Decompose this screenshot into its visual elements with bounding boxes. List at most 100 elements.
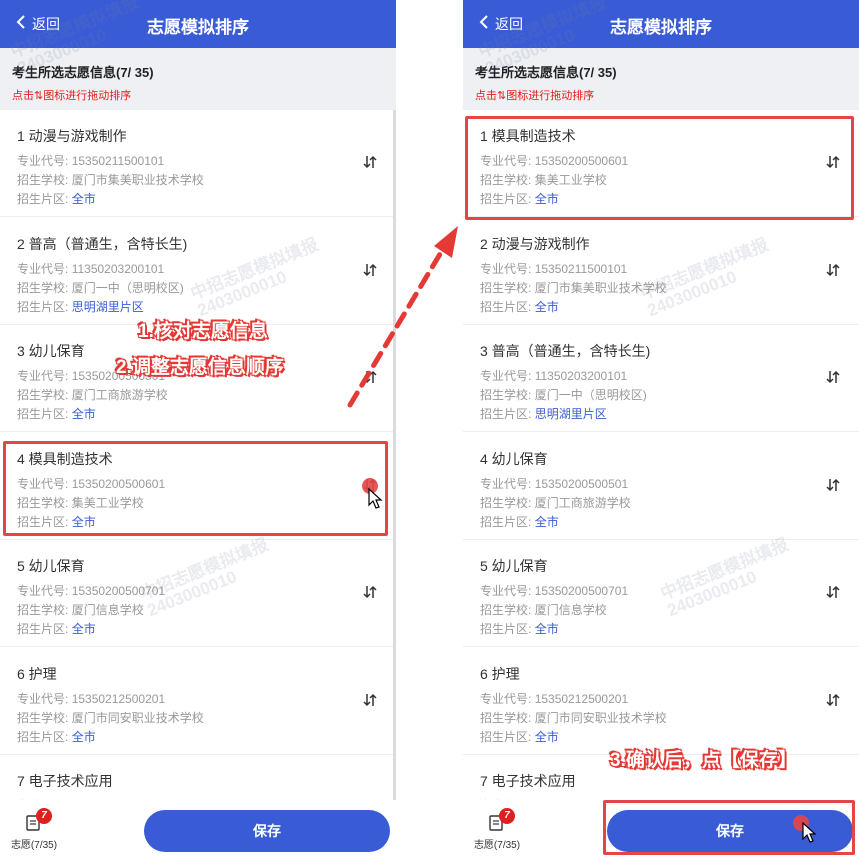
drag-sort-icon[interactable] <box>362 154 378 170</box>
item-title: 7 电子技术应用 <box>17 773 113 789</box>
drag-sort-icon[interactable] <box>362 584 378 600</box>
area-label: 招生片区: <box>17 192 69 206</box>
wish-tab-label: 志愿(7/35) <box>10 840 58 851</box>
page-title: 志愿模拟排序 <box>610 18 712 37</box>
item-title: 7 电子技术应用 <box>480 773 576 789</box>
list-item[interactable]: 5 幼儿保育 专业代号: 15350200500701 招生学校: 厦门信息学校 招生… <box>0 540 396 647</box>
area-label: 招生片区: <box>17 622 69 636</box>
area-label: 招生片区: <box>480 514 532 529</box>
school-row: 招生学校: 厦门信息学校 <box>480 601 607 618</box>
major-code-label: 专业代号: <box>480 261 532 276</box>
drag-sort-icon[interactable] <box>825 584 841 600</box>
school-label: 招生学校: <box>480 280 532 295</box>
item-title: 6 护理 <box>17 665 57 682</box>
wish-tab[interactable]: 7 志愿(7/35) <box>469 808 525 852</box>
school-row: 招生学校: 厦门市同安职业技术学校 <box>17 709 204 726</box>
drag-sort-icon[interactable] <box>825 262 841 278</box>
drag-sort-icon[interactable] <box>825 692 841 708</box>
major-code-label: 专业代号: <box>17 261 69 276</box>
area-value: 全市 <box>534 622 559 636</box>
drag-sort-icon[interactable] <box>362 262 378 278</box>
area-label: 招生片区: <box>17 407 69 421</box>
item-title: 4 幼儿保育 <box>480 450 548 467</box>
bottom-bar: 7 志愿(7/35) 保存 <box>0 800 396 857</box>
area-row: 招生片区: 思明湖里片区 <box>480 405 607 422</box>
area-row: 招生片区: 全市 <box>480 513 559 530</box>
major-code-row: 专业代号: 11350203200101 <box>480 367 627 384</box>
major-code: 11350203200101 <box>71 261 165 276</box>
annotation-step-1: 1.核对志愿信息 <box>138 321 268 342</box>
info-bar: 考生所选志愿信息(7/ 35) 点击⇅图标进行拖动排序 <box>463 48 859 110</box>
item-title: 2 动漫与游戏制作 <box>480 235 590 252</box>
area-label: 招生片区: <box>17 299 69 314</box>
list-item[interactable]: 6 护理专业代号: 15350212500201 招生学校: 厦门市同安职业技术学… <box>0 648 396 755</box>
list-item[interactable]: 5 幼儿保育专业代号: 15350200500701 招生学校: 厦门信息学校 招生… <box>463 540 859 647</box>
area-value: 全市 <box>71 729 96 744</box>
major-code: 15350200500701 <box>534 584 629 598</box>
major-code: 11350203200101 <box>534 369 628 383</box>
sort-hint: 点击⇅图标进行拖动排序 <box>475 90 595 102</box>
major-code-label: 专业代号: <box>17 691 69 706</box>
list-item[interactable]: 3 普高（普通生，含特长生) 专业代号: 11350203200101 招生学校: … <box>463 325 859 432</box>
top-bar: 返回 志愿模拟排序 <box>463 0 859 48</box>
wish-tab[interactable]: 7 志愿(7/35) <box>6 808 62 852</box>
school-row: 招生学校: 厦门信息学校 <box>17 601 144 618</box>
highlight-box-item-4 <box>3 441 388 536</box>
school-name: 厦门工商旅游学校 <box>71 388 168 402</box>
wish-tab-label: 志愿(7/35) <box>473 840 521 851</box>
major-code: 15350212500201 <box>71 691 166 706</box>
school-name: 厦门一中（思明校区) <box>71 280 184 295</box>
item-title: 3 幼儿保育 <box>17 343 85 359</box>
school-label: 招生学校: <box>17 603 69 617</box>
major-code-row: 专业代号: 11350203200101 <box>17 260 164 277</box>
list-item[interactable]: 2 动漫与游戏制作 专业代号: 15350211500101 招生学校: 厦门市集美… <box>463 218 859 325</box>
area-value: 全市 <box>534 729 559 744</box>
major-code-row: 专业代号: 15350200500701 <box>480 582 628 599</box>
area-label: 招生片区: <box>17 729 69 744</box>
item-title: 2 普高（普通生，含特长生) <box>17 235 188 252</box>
school-row: 招生学校: 厦门市集美职业技术学校 <box>17 171 204 188</box>
save-button[interactable]: 保存 <box>144 810 390 852</box>
area-value: 全市 <box>534 299 559 314</box>
drag-sort-icon[interactable] <box>362 369 378 385</box>
school-name: 厦门市同安职业技术学校 <box>534 710 667 725</box>
area-value: 思明湖里片区 <box>71 299 144 314</box>
annotation-step-2: 2.调整志愿信息顺序 <box>116 357 284 378</box>
wish-count-badge: 7 <box>36 808 52 824</box>
area-row: 招生片区: 全市 <box>17 620 96 637</box>
mouse-pointer-icon <box>368 487 384 510</box>
area-value: 全市 <box>534 514 559 529</box>
school-name: 厦门市集美职业技术学校 <box>534 280 667 295</box>
scrollbar[interactable] <box>393 110 396 800</box>
item-title: 1 动漫与游戏制作 <box>17 128 127 144</box>
list-item[interactable]: 6 护理专业代号: 15350212500201 招生学校: 厦门市同安职业技术学… <box>463 648 859 755</box>
drag-sort-icon[interactable] <box>362 692 378 708</box>
sort-hint: 点击⇅图标进行拖动排序 <box>12 90 132 102</box>
school-row: 招生学校: 厦门市同安职业技术学校 <box>480 709 667 726</box>
major-code: 15350212500201 <box>534 691 629 706</box>
school-row: 招生学校: 厦门工商旅游学校 <box>17 386 168 403</box>
item-title: 6 护理 <box>480 665 520 682</box>
item-title: 3 普高（普通生，含特长生) <box>480 343 651 359</box>
major-code-label: 专业代号: <box>17 154 69 168</box>
area-label: 招生片区: <box>480 622 532 636</box>
drag-sort-icon[interactable] <box>825 477 841 493</box>
drag-sort-icon[interactable] <box>825 369 841 385</box>
info-bar: 考生所选志愿信息(7/ 35) 点击⇅图标进行拖动排序 <box>0 48 396 110</box>
area-row: 招生片区: 全市 <box>480 728 559 745</box>
major-code: 15350200500501 <box>534 476 629 491</box>
wish-count-badge: 7 <box>499 808 515 824</box>
major-code-row: 专业代号: 15350212500201 <box>17 690 165 707</box>
school-label: 招生学校: <box>17 173 69 187</box>
list-item[interactable]: 7 电子技术应用专业代号: 15350208500101招生学校: 招生片区: <box>0 755 396 800</box>
major-code: 15350211500101 <box>71 154 165 168</box>
school-row: 招生学校: 厦门工商旅游学校 <box>480 494 631 511</box>
school-label: 招生学校: <box>17 710 69 725</box>
info-title: 考生所选志愿信息(7/ 35) <box>12 65 154 80</box>
list-item[interactable]: 4 幼儿保育 专业代号: 15350200500501 招生学校: 厦门工商旅游学校… <box>463 433 859 540</box>
major-code-row: 专业代号: 15350212500201 <box>480 690 628 707</box>
major-code-label: 专业代号: <box>17 369 69 383</box>
list-item[interactable]: 1 动漫与游戏制作 专业代号: 15350211500101 招生学校: 厦门市集美… <box>0 110 396 217</box>
item-title: 5 幼儿保育 <box>480 558 548 574</box>
list-item[interactable]: 2 普高（普通生，含特长生) 专业代号: 11350203200101 招生学校: … <box>0 218 396 325</box>
